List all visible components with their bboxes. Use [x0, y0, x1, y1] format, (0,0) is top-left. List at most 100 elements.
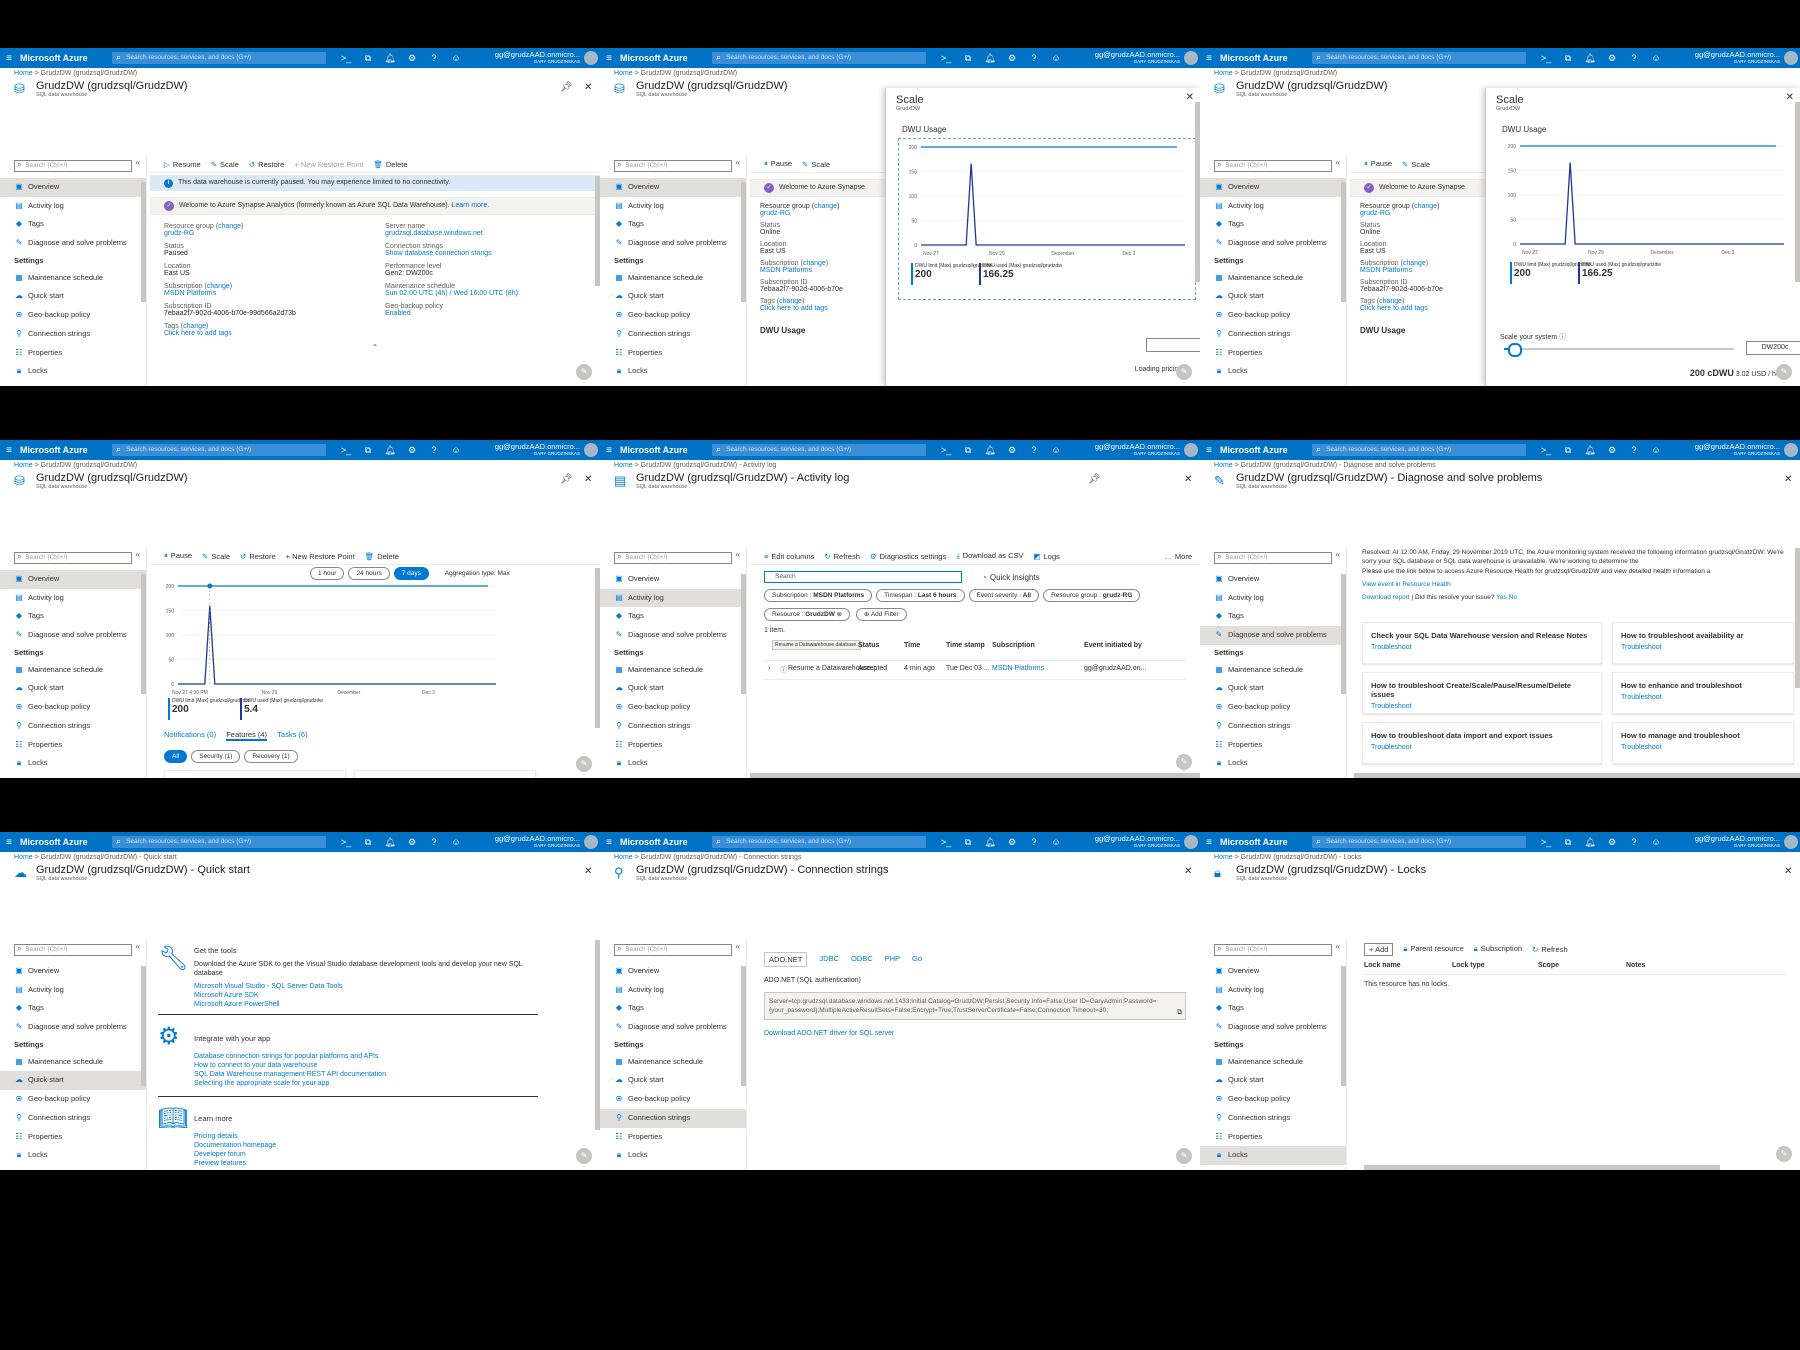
menu-icon[interactable]: ≡ — [600, 445, 618, 456]
filter-pill-resource[interactable]: Resource : GrudzDW ⊗ — [764, 608, 851, 621]
cloud-shell-icon[interactable]: >_ — [336, 53, 356, 64]
global-search-input[interactable]: Search resources, services, and docs (G+… — [1312, 835, 1526, 848]
feedback-smiley-icon[interactable]: ☺ — [1046, 53, 1066, 64]
quick-insights[interactable]: ◔ Quick insights — [982, 573, 1040, 582]
menu-icon[interactable]: ≡ — [1200, 445, 1218, 456]
connection-string-box[interactable]: Server=tcp:grudzsql.database.windows.net… — [764, 992, 1186, 1020]
menu-search-input[interactable]: Search (Ctrl+/) — [614, 160, 732, 172]
menu-search-input[interactable]: Search (Ctrl+/) — [1214, 160, 1332, 172]
pin-icon[interactable]: 📌︎ — [560, 82, 573, 93]
global-search-input[interactable]: Search resources, services, and docs (G+… — [112, 443, 326, 456]
menu-item-maintenance[interactable]: ▦ Maintenance schedule — [600, 269, 746, 288]
cloud-shell-icon[interactable]: >_ — [336, 837, 356, 848]
account-menu[interactable]: gg@grudzAAD.onmicro... GARY GRUDZINSKAS — [1695, 443, 1784, 457]
menu-item-diagnose[interactable]: ✎ Diagnose and solve problems — [0, 234, 146, 253]
menu-item-connection-strings[interactable]: ⚲ Connection strings — [600, 1108, 746, 1128]
essential-value[interactable]: Show database connection strings — [385, 250, 586, 257]
directory-filter-icon[interactable]: ⧉ — [958, 837, 978, 848]
collapse-menu-icon[interactable]: « — [736, 942, 740, 951]
breadcrumb-home[interactable]: Home — [1214, 70, 1233, 77]
directory-filter-icon[interactable]: ⧉ — [1558, 837, 1578, 848]
pause-button[interactable]: ⏸︎ Pause — [164, 551, 192, 561]
yes-link[interactable]: Yes — [1496, 594, 1507, 601]
settings-gear-icon[interactable]: ⚙ — [402, 53, 422, 64]
pin-icon[interactable]: 📌︎ — [560, 474, 573, 485]
filter-pill[interactable]: Subscription : MSDN Platforms — [764, 589, 873, 602]
notifications-icon[interactable]: 🔔︎ — [1580, 445, 1600, 456]
menu-item-tags[interactable]: ◆ Tags — [600, 607, 746, 626]
menu-item-geo-backup[interactable]: ⊕ Geo-backup policy — [600, 306, 746, 325]
menu-item-connection-strings[interactable]: ⚲ Connection strings — [0, 325, 146, 344]
menu-item-maintenance[interactable]: ▦ Maintenance schedule — [0, 661, 146, 680]
menu-scrollbar[interactable] — [741, 182, 746, 302]
restore-button[interactable]: ↺ Restore — [249, 160, 285, 169]
menu-item-tags[interactable]: ◆ Tags — [1200, 607, 1346, 626]
collapse-menu-icon[interactable]: « — [136, 550, 140, 559]
menu-item-activity-log[interactable]: ▤ Activity log — [0, 589, 146, 608]
menu-item-overview[interactable]: ▣ Overview — [600, 178, 746, 197]
dwu-chart-frame[interactable]: 200 150 100 50 0 Nov 27 Nov 29 December Dec 3 DW… — [898, 138, 1196, 300]
menu-item-activity-log[interactable]: ▤ Activity log — [1200, 197, 1346, 216]
close-icon[interactable]: ✕ — [584, 474, 592, 485]
menu-scrollbar[interactable] — [141, 966, 146, 1086]
menu-item-maintenance[interactable]: ▦ Maintenance schedule — [1200, 661, 1346, 680]
account-menu[interactable]: gg@grudzAAD.onmicro... GARY GRUDZINSKAS — [495, 51, 584, 65]
menu-item-export-template[interactable]: ▥Export template — [0, 381, 146, 386]
scale-value-input[interactable] — [1146, 338, 1200, 352]
menu-item-connection-strings[interactable]: ⚲ Connection strings — [600, 717, 746, 736]
feature-card[interactable]: Auditing — [354, 770, 536, 778]
settings-gear-icon[interactable]: ⚙ — [1002, 445, 1022, 456]
horizontal-scrollbar[interactable] — [1364, 1165, 1720, 1170]
feedback-icon[interactable]: ✎ — [576, 756, 592, 772]
avatar[interactable] — [1784, 443, 1798, 457]
breadcrumb-resource[interactable]: GrudzDW (grudzsql/GrudzDW) — [1241, 70, 1337, 77]
filter-pill[interactable]: Event severity : All — [968, 589, 1040, 602]
breadcrumb-home[interactable]: Home — [14, 70, 33, 77]
menu-scrollbar[interactable] — [1341, 574, 1346, 694]
cloud-shell-icon[interactable]: >_ — [936, 53, 956, 64]
feedback-smiley-icon[interactable]: ☺ — [1646, 445, 1666, 456]
menu-item-geo-backup[interactable]: ⊕ Geo-backup policy — [600, 1090, 746, 1109]
menu-search-input[interactable]: Search (Ctrl+/) — [14, 944, 132, 956]
settings-gear-icon[interactable]: ⚙ — [402, 837, 422, 848]
integrate-link[interactable]: How to connect to your data warehouse — [194, 1061, 386, 1070]
feedback-icon[interactable]: ✎ — [576, 1148, 592, 1164]
menu-item-quick-start[interactable]: ☁ Quick start — [1200, 1071, 1346, 1090]
restore-button[interactable]: ↺ Restore — [240, 552, 276, 561]
menu-scrollbar[interactable] — [141, 182, 146, 302]
breadcrumb-resource[interactable]: GrudzDW (grudzsql/GrudzDW) - Quick start — [41, 854, 177, 861]
breadcrumb-resource[interactable]: GrudzDW (grudzsql/GrudzDW) - Locks — [1241, 854, 1362, 861]
troubleshoot-link[interactable]: Troubleshoot — [1363, 644, 1601, 651]
menu-item-maintenance[interactable]: ▦ Maintenance schedule — [600, 1053, 746, 1072]
scale-slider-thumb[interactable] — [1508, 343, 1522, 357]
tab-notifications[interactable]: Notifications (0) — [164, 730, 216, 739]
filter-pill[interactable]: Timespan : Last 6 hours — [876, 589, 965, 602]
learn-link[interactable]: Developer forum — [194, 1150, 276, 1159]
learn-link[interactable]: Pricing details — [194, 1132, 276, 1141]
cmd-logs[interactable]: ◩ Logs — [1034, 552, 1060, 561]
download-driver-link[interactable]: Download ADO.NET driver for SQL server — [764, 1030, 1186, 1037]
tab-tasks[interactable]: Tasks (6) — [277, 730, 307, 739]
troubleshoot-card[interactable]: How to troubleshoot availability ar Troub… — [1612, 622, 1794, 664]
menu-item-quick-start[interactable]: ☁ Quick start — [1200, 679, 1346, 698]
cloud-shell-icon[interactable]: >_ — [936, 445, 956, 456]
refresh-button[interactable]: ↻ Refresh — [1532, 945, 1568, 954]
menu-item-quick-start[interactable]: ☁ Quick start — [0, 679, 146, 698]
integrate-link[interactable]: Selecting the appropriate scale for your… — [194, 1079, 386, 1088]
menu-item-diagnose[interactable]: ✎ Diagnose and solve problems — [600, 234, 746, 253]
feedback-smiley-icon[interactable]: ☺ — [446, 53, 466, 64]
integrate-link[interactable]: SQL Data Warehouse management REST API d… — [194, 1070, 386, 1079]
breadcrumb-home[interactable]: Home — [14, 854, 33, 861]
avatar[interactable] — [1184, 835, 1198, 849]
collapse-menu-icon[interactable]: « — [1336, 158, 1340, 167]
cmd-download-as-csv[interactable]: ⤓ Download as CSV — [956, 551, 1023, 561]
content-scrollbar[interactable] — [1795, 548, 1800, 688]
troubleshoot-link[interactable]: Troubleshoot — [1363, 744, 1601, 751]
menu-item-geo-backup[interactable]: ⊕ Geo-backup policy — [0, 1090, 146, 1109]
breadcrumb-resource[interactable]: GrudzDW (grudzsql/GrudzDW) - Connection … — [641, 854, 802, 861]
help-icon[interactable]: ? — [424, 53, 444, 64]
close-icon[interactable]: ✕ — [1784, 866, 1792, 877]
horizontal-scrollbar[interactable] — [750, 773, 1200, 778]
notifications-icon[interactable]: 🔔︎ — [980, 53, 1000, 64]
help-icon[interactable]: ? — [1624, 53, 1644, 64]
